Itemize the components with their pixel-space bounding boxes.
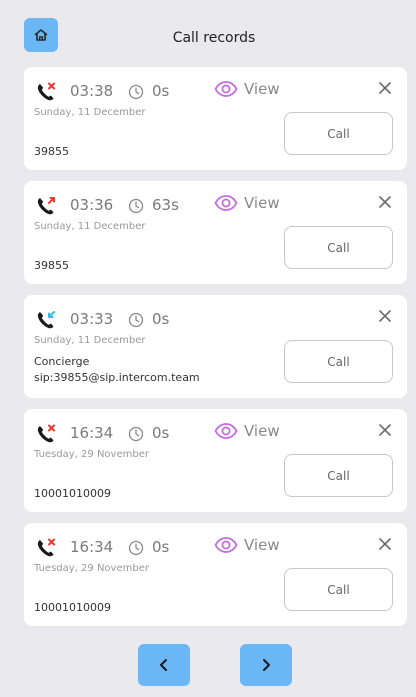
call-record-card: 03:38 0s View Sunday, 11 December 39855 … <box>24 67 407 170</box>
view-label: View <box>244 194 280 212</box>
call-record-card: 16:34 0s View Tuesday, 29 November 10001… <box>24 409 407 512</box>
clock-icon <box>128 540 144 556</box>
eye-icon <box>214 195 238 211</box>
call-button[interactable]: Call <box>284 226 393 269</box>
caller-name: Concierge <box>34 355 90 368</box>
next-page-button[interactable] <box>240 644 292 686</box>
call-duration: 0s <box>152 538 170 556</box>
header-bar: Call records <box>0 0 416 60</box>
call-duration: 63s <box>152 196 179 214</box>
call-button[interactable]: Call <box>284 568 393 611</box>
call-time: 03:38 <box>70 82 114 100</box>
eye-icon <box>214 81 238 97</box>
caller-number: 10001010009 <box>34 601 111 614</box>
call-duration: 0s <box>152 310 170 328</box>
close-icon[interactable] <box>378 309 392 323</box>
chevron-right-icon <box>263 659 270 671</box>
call-record-card: 16:34 0s View Tuesday, 29 November 10001… <box>24 523 407 626</box>
call-time: 03:36 <box>70 196 114 214</box>
call-record-card: 03:36 63s View Sunday, 11 December 39855… <box>24 181 407 284</box>
view-button[interactable]: View <box>214 536 280 554</box>
call-time: 03:33 <box>70 310 114 328</box>
caller-number: 39855 <box>34 145 69 158</box>
missed-call-icon <box>37 82 55 101</box>
call-button[interactable]: Call <box>284 454 393 497</box>
call-date: Sunday, 11 December <box>34 107 146 118</box>
call-button[interactable]: Call <box>284 340 393 383</box>
previous-page-button[interactable] <box>138 644 190 686</box>
clock-icon <box>128 312 144 328</box>
clock-icon <box>128 426 144 442</box>
call-time: 16:34 <box>70 538 114 556</box>
page-title: Call records <box>172 30 256 46</box>
view-label: View <box>244 536 280 554</box>
eye-icon <box>214 423 238 439</box>
call-duration: 0s <box>152 424 170 442</box>
incoming-call-icon <box>37 311 55 329</box>
caller-number: 10001010009 <box>34 487 111 500</box>
missed-call-icon <box>37 424 55 443</box>
call-record-card: 03:33 0s Sunday, 11 December Concierge s… <box>24 295 407 398</box>
call-button[interactable]: Call <box>284 112 393 155</box>
close-icon[interactable] <box>378 423 392 437</box>
close-icon[interactable] <box>378 81 392 95</box>
view-label: View <box>244 422 280 440</box>
call-date: Sunday, 11 December <box>34 221 146 232</box>
call-time: 16:34 <box>70 424 114 442</box>
clock-icon <box>128 198 144 214</box>
missed-call-icon <box>37 538 55 557</box>
caller-sip-address: sip:39855@sip.intercom.team <box>34 371 200 384</box>
outgoing-call-icon <box>37 197 55 215</box>
call-date: Tuesday, 29 November <box>34 449 149 460</box>
chevron-left-icon <box>160 659 167 671</box>
eye-icon <box>214 537 238 553</box>
view-button[interactable]: View <box>214 422 280 440</box>
call-date: Sunday, 11 December <box>34 335 146 346</box>
close-icon[interactable] <box>378 537 392 551</box>
clock-icon <box>128 84 144 100</box>
call-date: Tuesday, 29 November <box>34 563 149 574</box>
close-icon[interactable] <box>378 195 392 209</box>
view-button[interactable]: View <box>214 194 280 212</box>
call-duration: 0s <box>152 82 170 100</box>
view-label: View <box>244 80 280 98</box>
view-button[interactable]: View <box>214 80 280 98</box>
caller-number: 39855 <box>34 259 69 272</box>
